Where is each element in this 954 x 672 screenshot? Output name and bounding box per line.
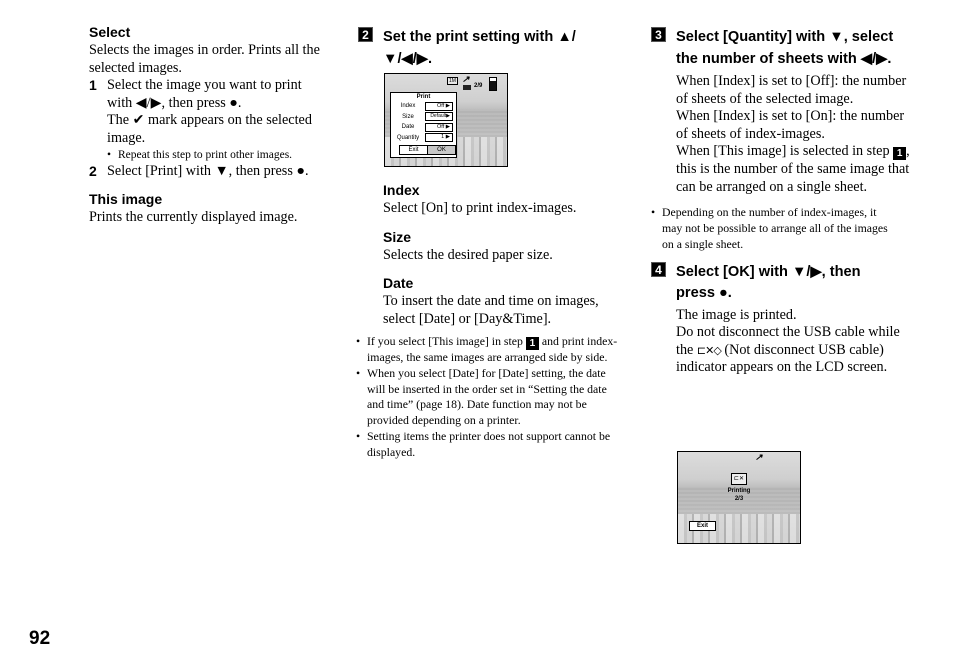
date-description: To insert the date and time on images, s…	[383, 293, 599, 327]
date-heading: Date	[383, 275, 414, 292]
middle-notes: If you select [This image] in step 1 and…	[356, 334, 618, 461]
step-1-note: Repeat this step to print other images.	[107, 148, 329, 164]
size-description: Selects the desired paper size.	[383, 246, 553, 263]
step-number-badge: 2	[358, 27, 373, 42]
step-4-body: The image is printed. Do not disconnect …	[651, 307, 913, 377]
note-date-setting: When you select [Date] for [Date] settin…	[356, 366, 618, 429]
step-2-instruction: Select [Print] with ▼, then press ●.	[107, 163, 309, 180]
step-number-badge: 4	[651, 261, 666, 277]
print-menu-title: Print	[416, 94, 431, 100]
print-settings-screen: 1M ↗ 2/9 Print Index Off ▶ Size Default▶ D…	[384, 73, 508, 167]
index-heading: Index	[383, 182, 420, 198]
step-2-heading: Set the print setting with ▲/▼/◀/▶.	[383, 29, 576, 67]
select-description: Selects the images in order. Prints all …	[89, 42, 320, 76]
menu-row-quantity[interactable]: Quantity 1 ▶	[391, 133, 456, 144]
usb-disconnect-warning-icon: ⊏✕	[731, 473, 747, 485]
step-3-index-on: When [Index] is set to [On]: the number …	[676, 108, 905, 142]
step-3-body: When [Index] is set to [Off]: the number…	[651, 73, 913, 196]
middle-items: Index Select [On] to print index-images.…	[383, 182, 618, 328]
menu-row-label: Index	[400, 103, 416, 110]
step-3-note: Depending on the number of index-images,…	[651, 205, 913, 252]
index-description: Select [On] to print index-images.	[383, 200, 577, 216]
select-step-2: 2 Select [Print] with ▼, then press ●.	[89, 163, 329, 181]
usb-disconnect-warning-icon: ⊏✕◇	[696, 343, 722, 357]
left-column: Select Selects the images in order. Prin…	[89, 24, 329, 227]
middle-column: 2 Set the print setting with ▲/▼/◀/▶.	[358, 27, 618, 70]
printing-count: 2/3	[734, 496, 744, 502]
step-number-badge: 3	[651, 27, 666, 42]
step-number: 2	[89, 163, 97, 180]
step-1-instruction: Select the image you want to print with …	[107, 77, 302, 111]
this-image-description: Prints the currently displayed image.	[89, 208, 298, 225]
size-heading: Size	[383, 228, 412, 245]
menu-row-value[interactable]: Off ▶	[425, 122, 453, 132]
step-3-header: 3 Select [Quantity] with ▼, select the n…	[651, 27, 913, 70]
exit-button[interactable]: Exit	[400, 146, 427, 154]
image-size-icon: 1M	[447, 77, 458, 85]
exit-button[interactable]: Exit	[689, 521, 716, 531]
step-3-index-off: When [Index] is set to [Off]: the number…	[676, 73, 907, 107]
printing-screen: ↗ ⊏✕ Printing 2/3 Exit	[677, 451, 801, 544]
printing-status: Printing	[727, 488, 751, 494]
menu-row-size[interactable]: Size Default▶	[391, 112, 456, 123]
image-counter: 2/9	[474, 83, 483, 89]
step-3-heading: Select [Quantity] with ▼, select the num…	[676, 29, 894, 67]
this-image-heading: This image	[89, 190, 163, 207]
select-heading: Select	[89, 24, 131, 40]
menu-row-label: Quantity	[396, 134, 420, 141]
step-4-printed: The image is printed.	[676, 306, 797, 323]
step-2-header: 2 Set the print setting with ▲/▼/◀/▶.	[358, 27, 618, 70]
note-index-images: If you select [This image] in step 1 and…	[356, 334, 618, 366]
step-4-usb-warning: Do not disconnect the USB cable while th…	[676, 324, 900, 376]
menu-row-label: Date	[401, 124, 415, 131]
right-column: 3 Select [Quantity] with ▼, select the n…	[651, 27, 913, 377]
step-4-header: 4 Select [OK] with ▼/▶, then press ●.	[651, 261, 913, 305]
select-step-1: 1 Select the image you want to print wit…	[89, 77, 329, 163]
menu-row-value[interactable]: Off ▶	[425, 101, 453, 111]
step-1-badge: 1	[893, 147, 907, 161]
step-1-badge: 1	[525, 337, 539, 350]
page-number: 92	[29, 628, 51, 649]
battery-icon	[489, 77, 497, 91]
menu-row-index[interactable]: Index Off ▶	[391, 101, 456, 112]
memory-stick-icon	[463, 85, 471, 90]
note-unsupported-items: Setting items the printer does not suppo…	[356, 429, 618, 461]
pictbridge-icon: ↗	[462, 74, 470, 84]
pictbridge-icon: ↗	[755, 452, 763, 462]
step-number: 1	[89, 77, 97, 94]
menu-row-label: Size	[402, 113, 414, 120]
step-1-result: The ✔ mark appears on the selected image…	[107, 112, 312, 146]
menu-row-value[interactable]: Default▶	[425, 112, 453, 122]
step-4-heading: Select [OK] with ▼/▶, then press ●.	[676, 263, 861, 302]
menu-buttons: Exit OK	[399, 145, 456, 155]
menu-row-value[interactable]: 1 ▶	[425, 133, 453, 143]
step-3-this-image: When [This image] is selected in step 1,…	[676, 143, 910, 195]
ok-button[interactable]: OK	[427, 146, 455, 154]
print-menu: Print Index Off ▶ Size Default▶ Date Off ▶ …	[390, 92, 457, 158]
menu-row-date[interactable]: Date Off ▶	[391, 122, 456, 133]
